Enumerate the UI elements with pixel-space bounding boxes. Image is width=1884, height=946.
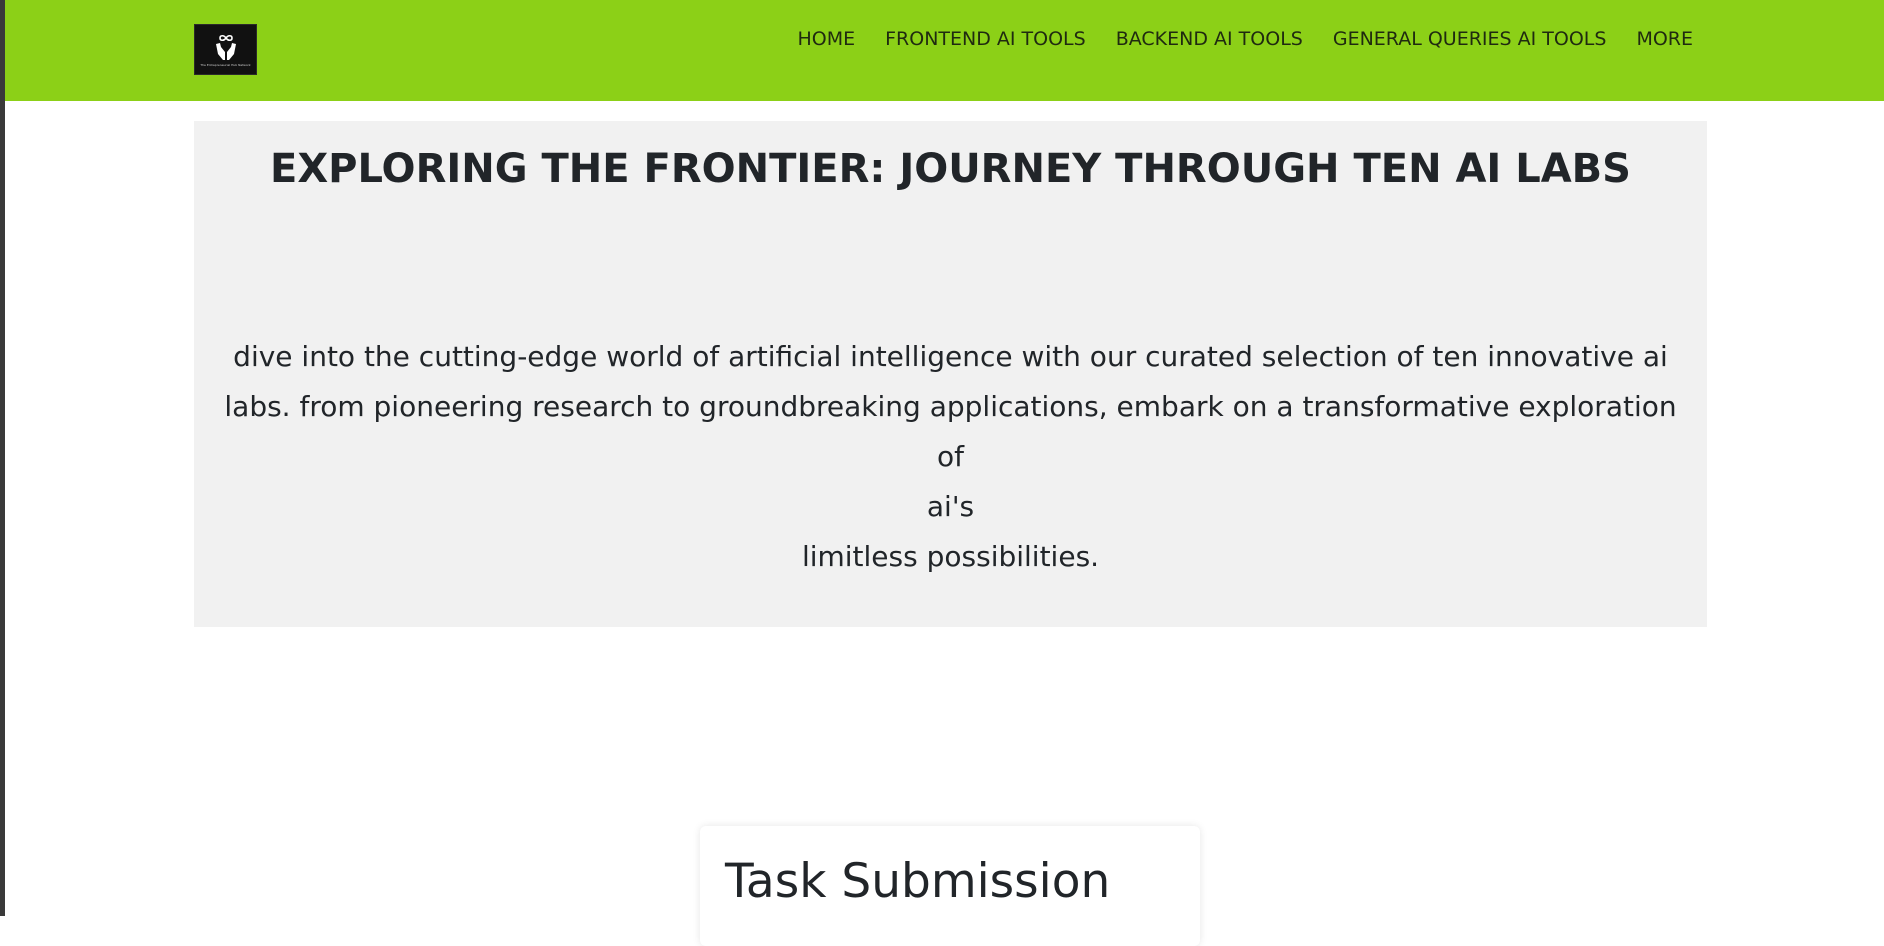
task-submission-title: Task Submission <box>725 854 1111 909</box>
hands-infinity-icon <box>215 34 236 60</box>
logo-caption: The Entrepreneurial Hub Network <box>200 63 251 67</box>
hero-description-line: limitless possibilities. <box>801 540 1100 573</box>
hero-description-line: labs. from pioneering research to ground… <box>224 390 1677 473</box>
hero-title: EXPLORING THE FRONTIER: JOURNEY THROUGH … <box>270 146 1631 192</box>
nav-item-home[interactable]: HOME <box>797 28 855 50</box>
window-edge <box>0 0 5 916</box>
hero-description-line: dive into the cutting-edge world of arti… <box>233 340 1668 373</box>
brand-logo[interactable]: The Entrepreneurial Hub Network <box>194 24 257 75</box>
nav-item-backend-ai-tools[interactable]: BACKEND AI TOOLS <box>1116 28 1303 50</box>
navbar: The Entrepreneurial Hub Network HOME FRO… <box>5 0 1884 101</box>
hero-section: EXPLORING THE FRONTIER: JOURNEY THROUGH … <box>194 121 1707 627</box>
nav-item-frontend-ai-tools[interactable]: FRONTEND AI TOOLS <box>885 28 1086 50</box>
task-submission-card: Task Submission <box>700 826 1200 946</box>
nav-item-more[interactable]: MORE <box>1636 28 1693 50</box>
hero-description-line: ai's <box>926 490 975 523</box>
nav-menu: HOME FRONTEND AI TOOLS BACKEND AI TOOLS … <box>797 26 1693 52</box>
hero-description: dive into the cutting-edge world of arti… <box>216 332 1685 582</box>
nav-item-general-queries-ai-tools[interactable]: GENERAL QUERIES AI TOOLS <box>1333 28 1607 50</box>
